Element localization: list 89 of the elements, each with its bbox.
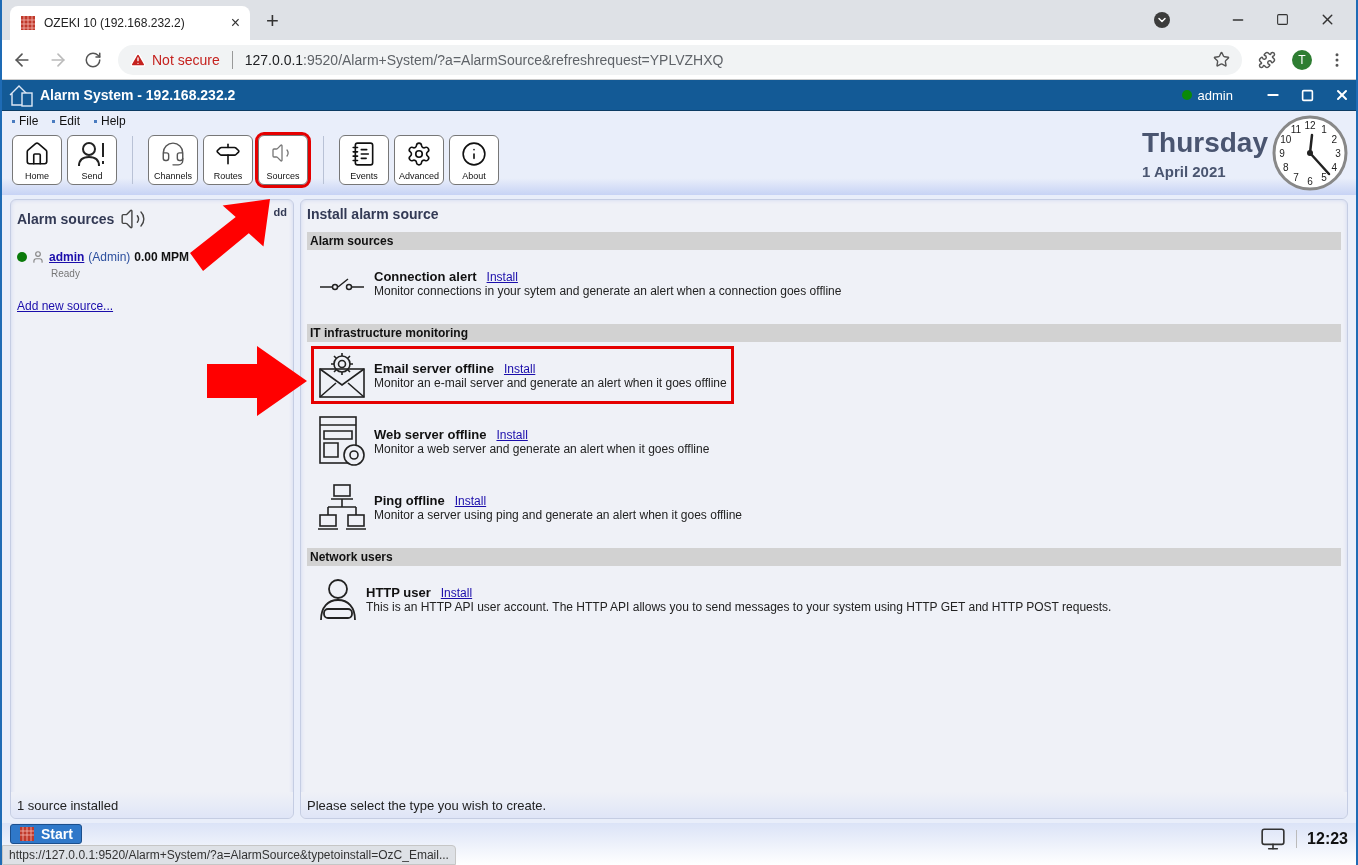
settings-icon [406,141,432,167]
section-header: Alarm sources [307,232,1341,250]
item-name: HTTP user [366,584,431,600]
panel-title: Alarm sources [17,211,115,227]
grid-logo-icon [19,826,35,842]
info-icon [461,141,487,167]
user-icon [31,250,45,264]
extensions-icon[interactable] [1258,50,1276,69]
close-icon[interactable] [1334,87,1350,103]
source-status: Ready [51,268,81,279]
url-path: :9520/Alarm+System/?a=AlarmSource&refreshrequest=YPLVZHXQ [303,51,725,68]
clock-numeral: 10 [1280,134,1292,145]
date-text: 1 April 2021 [1141,162,1227,180]
status-url-tooltip: https://127.0.0.1:9520/Alarm+System/?a=AlarmSource&typetoinstall=OzC_Email... [2,845,456,865]
source-rate: 0.00 MPM [134,250,190,264]
toolbar-button[interactable]: Send [67,135,117,185]
source-role: (Admin) [88,250,131,264]
panel-footer: Please select the type you wish to create. [301,792,1347,818]
toolbar-button[interactable]: Home [12,135,62,185]
toolbar-button[interactable]: Channels [148,135,198,185]
install-link[interactable]: Install [454,493,487,508]
item-description: This is an HTTP API user account. The HTTP API allows you to send messages to your system using HTTP GET and HTTP POST requests. [366,599,1112,614]
user-icon [318,577,358,621]
tab-search-icon[interactable] [1154,11,1170,28]
warning-icon [130,51,146,68]
app-title: Alarm System - 192.168.232.2 [40,87,237,103]
toolbar-button[interactable]: Events [339,135,389,185]
clock-numeral: 2 [1331,134,1338,145]
person-alert-icon [78,141,106,167]
install-link[interactable]: Install [503,361,536,376]
network-computers-icon [318,483,366,531]
item-name: Connection alert [374,268,477,284]
clock-numeral: 9 [1279,148,1285,159]
toolbar-button[interactable]: Routes [203,135,253,185]
clock-numeral: 7 [1293,172,1299,184]
toolbar-button[interactable]: Advanced [394,135,444,185]
clock-numeral: 11 [1290,123,1302,135]
start-button[interactable]: Start [10,824,82,844]
weekday-text: Thursday [1141,126,1268,159]
tab-title: OZEKI 10 (192.168.232.2) [44,16,186,30]
address-field[interactable]: Not secure 127.0.0.1:9520/Alarm+System/?a=AlarmSource&refreshrequest=YPLVZHXQ [118,44,1242,75]
clock-numeral: 1 [1321,123,1327,135]
section-header: IT infrastructure monitoring [307,324,1341,342]
profile-avatar[interactable]: T [1292,49,1312,70]
clock-numeral: 12 [1304,120,1316,131]
menu-item[interactable]: Edit [52,114,81,128]
clock-numeral: 5 [1321,172,1327,184]
clock-numeral: 6 [1307,176,1313,187]
headset-icon [160,141,186,167]
toolbar-button[interactable]: About [449,135,499,185]
install-link[interactable]: Install [486,269,518,284]
signpost-icon [215,141,241,167]
add-source-link[interactable]: Add new source... [17,299,287,313]
house-logo-icon [8,83,34,107]
clock-numeral: 3 [1335,148,1341,159]
security-label: Not secure [152,51,220,68]
reload-icon[interactable] [84,50,102,69]
item-description: Monitor an e-mail server and generate an alert when it goes offline [374,375,727,390]
new-tab-button[interactable]: + [266,8,279,34]
tab-close-button[interactable]: × [230,14,240,32]
panel-title: Install alarm source [307,206,439,222]
browser-tab[interactable]: OZEKI 10 (192.168.232.2) × [10,6,250,40]
envelope-gear-icon [318,351,366,399]
item-name: Ping offline [374,492,445,508]
user-name: admin [1197,87,1233,103]
clock-numeral: 8 [1282,162,1289,173]
section-header: Network users [307,548,1341,566]
bookmark-star-icon[interactable] [1213,51,1230,68]
install-link[interactable]: Install [496,427,528,442]
source-link[interactable]: admin [49,250,85,264]
panel-footer: 1 source installed [11,792,293,818]
clock-time: 12:23 [1296,830,1348,848]
item-description: Monitor connections in your sytem and generate an alert when a connection goes offline [374,283,842,298]
menu-item[interactable]: File [12,114,39,128]
maximize-icon[interactable] [1276,13,1289,26]
item-name: Email server offline [374,360,494,376]
toolbar-button[interactable]: Sources [258,135,308,185]
add-label[interactable]: dd [273,206,287,218]
clock-numeral: 4 [1331,162,1338,173]
web-page-gear-icon [318,415,366,467]
install-link[interactable]: Install [440,585,473,600]
grid-logo-icon [20,15,36,31]
item-description: Monitor a server using ping and generate an alert when it goes offline [374,507,742,522]
monitor-icon[interactable] [1260,826,1287,852]
item-name: Web server offline [374,426,487,442]
menu-item[interactable]: Help [94,114,126,128]
home-icon [24,141,50,167]
item-description: Monitor a web server and generate an alert when it goes offline [374,441,710,456]
url-host: 127.0.0.1 [244,51,304,68]
